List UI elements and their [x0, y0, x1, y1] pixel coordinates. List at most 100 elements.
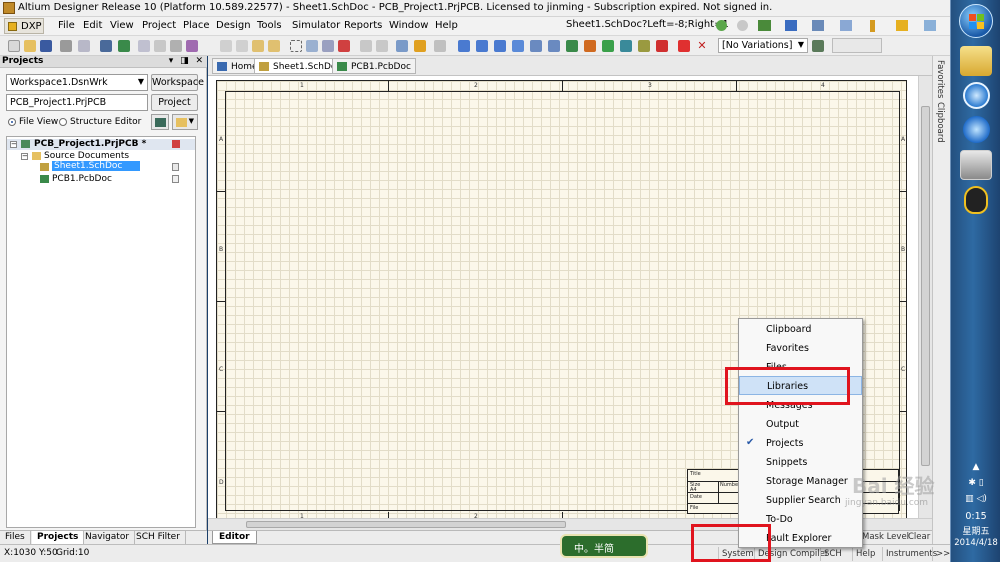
collapse-icon[interactable]: −: [10, 141, 17, 148]
internet-explorer-icon[interactable]: [963, 116, 990, 143]
arrow-down-icon[interactable]: [840, 20, 852, 31]
file-view-radio[interactable]: [8, 118, 16, 126]
project-field[interactable]: PCB_Project1.PrjPCB: [6, 94, 148, 111]
rubber-stamp-icon[interactable]: [268, 40, 280, 52]
forward-icon[interactable]: [716, 20, 727, 31]
panel-sch[interactable]: SCH: [820, 547, 845, 561]
zoom-icon[interactable]: [186, 40, 198, 52]
tab-clipboard[interactable]: Clipboard: [935, 102, 945, 143]
tree-row-file[interactable]: Sheet1.SchDoc: [7, 161, 195, 173]
workspace-button[interactable]: Workspace: [151, 74, 204, 91]
menu-item-clipboard[interactable]: Clipboard: [739, 320, 862, 339]
workspace-combo[interactable]: Workspace1.DsnWrk ▼: [6, 74, 148, 91]
folder-menu-button[interactable]: ▼: [172, 114, 198, 130]
mask-level-button[interactable]: Mask Level: [862, 532, 909, 542]
project-button[interactable]: Project: [151, 94, 198, 111]
app-book-icon[interactable]: [960, 150, 992, 180]
move-icon[interactable]: [306, 40, 318, 52]
place-device-sheet-icon[interactable]: [620, 40, 632, 52]
place-sheet-symbol-icon[interactable]: [584, 40, 596, 52]
clock-time[interactable]: 0:15: [951, 511, 1000, 522]
place-compile-mask-icon[interactable]: [678, 40, 690, 52]
tab-sch-filter[interactable]: SCH Filter: [131, 531, 186, 544]
scrollbar-thumb[interactable]: [246, 521, 566, 528]
open-folder-icon[interactable]: [24, 40, 36, 52]
dxp-menu-button[interactable]: DXP: [4, 18, 44, 34]
paste-icon[interactable]: [252, 40, 264, 52]
place-net-label-icon[interactable]: [512, 40, 524, 52]
menu-reports[interactable]: Reports: [344, 20, 382, 31]
copy-icon[interactable]: [236, 40, 248, 52]
menu-project[interactable]: Project: [142, 20, 176, 31]
menu-window[interactable]: Window: [389, 20, 428, 31]
place-part-icon[interactable]: [566, 40, 578, 52]
place-bus-entry-icon[interactable]: [494, 40, 506, 52]
menu-item-output[interactable]: Output: [739, 415, 862, 434]
browser-icon[interactable]: [963, 82, 990, 109]
tab-editor[interactable]: Editor: [212, 531, 257, 544]
tab-projects[interactable]: Projects: [32, 531, 85, 544]
variations-combo[interactable]: [No Variations] ▼: [718, 38, 808, 53]
place-ground-icon[interactable]: [530, 40, 542, 52]
redo-icon[interactable]: [376, 40, 388, 52]
start-button[interactable]: [959, 4, 993, 38]
scrollbar-thumb[interactable]: [921, 106, 930, 466]
place-power-icon[interactable]: [548, 40, 560, 52]
tree-row-project[interactable]: − PCB_Project1.PrjPCB *: [7, 139, 195, 150]
menu-place[interactable]: Place: [183, 20, 210, 31]
align-icon[interactable]: [812, 20, 824, 31]
qq-icon[interactable]: [964, 186, 988, 214]
tray-network-icons[interactable]: ▥ ◁): [951, 494, 1000, 504]
collapse-icon[interactable]: −: [21, 153, 28, 160]
menu-tools[interactable]: Tools: [257, 20, 282, 31]
save-icon[interactable]: [40, 40, 52, 52]
browse-component-icon[interactable]: [414, 40, 426, 52]
menu-edit[interactable]: Edit: [83, 20, 102, 31]
menu-item-projects[interactable]: ✔ Projects: [739, 434, 862, 453]
panel-help[interactable]: Help: [852, 547, 878, 561]
close-x-icon[interactable]: ✕: [696, 40, 708, 52]
cut-icon[interactable]: [220, 40, 232, 52]
zoom-area-icon[interactable]: [154, 40, 166, 52]
back-icon[interactable]: [737, 20, 748, 31]
menu-design[interactable]: Design: [216, 20, 251, 31]
zoom-fit-icon[interactable]: [138, 40, 150, 52]
select-area-icon[interactable]: [290, 40, 302, 52]
tab-navigator[interactable]: Navigator: [80, 531, 136, 544]
project-options-button[interactable]: [151, 114, 169, 130]
place-sheet-entry-icon[interactable]: [602, 40, 614, 52]
compile-icon[interactable]: [118, 40, 130, 52]
menu-help[interactable]: Help: [435, 20, 458, 31]
tray-expand-icon[interactable]: ▲: [951, 462, 1000, 472]
cross-probe-icon[interactable]: [396, 40, 408, 52]
menu-item-favorites[interactable]: Favorites: [739, 339, 862, 358]
deselect-icon[interactable]: [338, 40, 350, 52]
move-selection-icon[interactable]: [322, 40, 334, 52]
chart-icon[interactable]: [785, 20, 797, 31]
menu-simulator[interactable]: Simulator: [292, 20, 340, 31]
new-file-icon[interactable]: [8, 40, 20, 52]
no-erc-icon[interactable]: [656, 40, 668, 52]
print-preview-icon[interactable]: [78, 40, 90, 52]
menu-item-storage-manager[interactable]: Storage Manager: [739, 472, 862, 491]
pin-icon[interactable]: [870, 20, 875, 32]
tab-pcb1-pcbdoc[interactable]: PCB1.PcbDoc: [332, 58, 416, 74]
tree-row-file[interactable]: PCB1.PcbDoc: [7, 174, 195, 185]
tray-status-icons[interactable]: ✱ ▯: [951, 478, 1000, 488]
layout-icon[interactable]: [924, 20, 936, 31]
place-port-icon[interactable]: [638, 40, 650, 52]
document-path-combo[interactable]: Sheet1.SchDoc?Left=-8;Right=1: [566, 19, 729, 30]
empty-combo[interactable]: [832, 38, 882, 53]
undo-icon[interactable]: [360, 40, 372, 52]
menu-view[interactable]: View: [110, 20, 134, 31]
explorer-icon[interactable]: [960, 46, 992, 76]
panel-controls[interactable]: ▾ ◨ ✕: [169, 56, 205, 66]
help-icon[interactable]: [434, 40, 446, 52]
menu-file[interactable]: File: [58, 20, 75, 31]
menu-item-supplier-search[interactable]: Supplier Search: [739, 491, 862, 510]
open-project-icon[interactable]: [100, 40, 112, 52]
diamond-icon[interactable]: [896, 20, 908, 31]
navigate-icon[interactable]: [758, 20, 771, 31]
vertical-scrollbar[interactable]: [918, 76, 932, 518]
tab-files[interactable]: Files: [0, 531, 31, 544]
